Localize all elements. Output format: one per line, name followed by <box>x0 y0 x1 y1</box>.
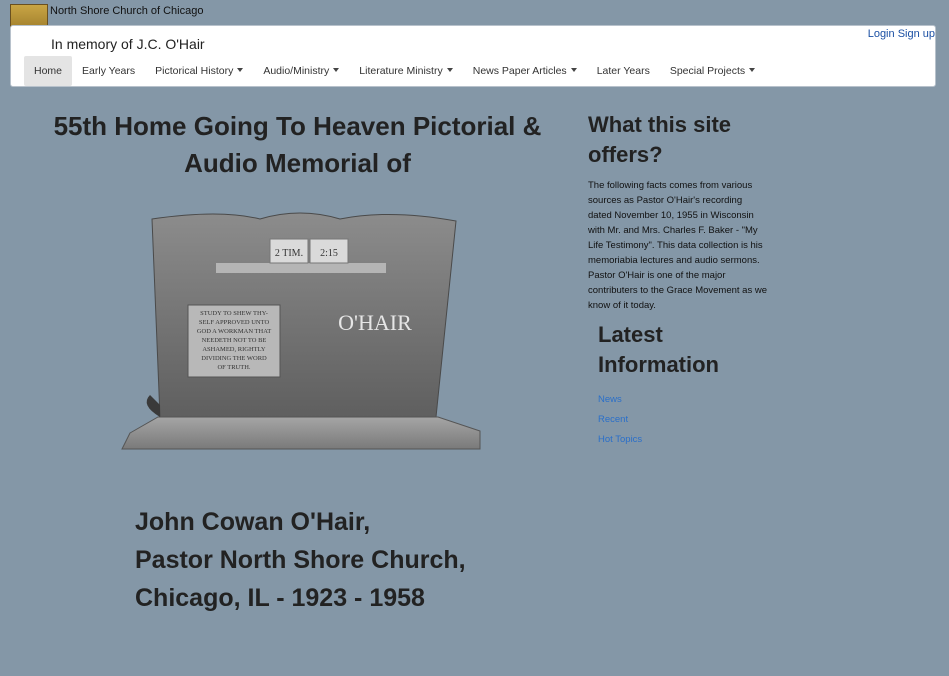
header: In memory of J.C. O'Hair Login Sign up H… <box>10 25 936 87</box>
caret-down-icon <box>333 68 340 72</box>
nav-item-early-years[interactable]: Early Years <box>72 56 145 86</box>
headstone-image: 2 TIM. 2:15 STUDY TO SHEW THY- SELF APPR… <box>121 212 481 450</box>
signup-link[interactable]: Sign up <box>898 28 935 40</box>
latest-links: News Recent Hot Topics <box>598 390 642 450</box>
stone-verse-ref-1: 2 TIM. <box>275 248 303 259</box>
svg-text:OF TRUTH.: OF TRUTH. <box>217 364 250 371</box>
stone-surname: O'HAIR <box>338 310 412 335</box>
offers-title: What this site offers? <box>588 112 732 167</box>
nav-item-special-projects[interactable]: Special Projects <box>660 56 765 86</box>
nav-item-home[interactable]: Home <box>24 56 73 86</box>
header-title[interactable]: In memory of J.C. O'Hair <box>51 36 205 52</box>
svg-text:ASHAMED, RIGHTLY: ASHAMED, RIGHTLY <box>202 346 266 353</box>
login-link[interactable]: Login <box>868 28 895 40</box>
caret-down-icon <box>749 68 756 72</box>
caret-down-icon <box>446 68 453 72</box>
page-title: 55th Home Going To Heaven Pictorial & Au… <box>53 111 542 178</box>
pastor-name: John Cowan O'Hair, Pastor North Shore Ch… <box>135 508 466 612</box>
stone-verse-ref-2: 2:15 <box>320 248 338 259</box>
nav-item-news-paper-articles[interactable]: News Paper Articles <box>463 56 587 86</box>
link-hot-topics[interactable]: Hot Topics <box>598 430 642 450</box>
svg-text:NEEDETH NOT TO BE: NEEDETH NOT TO BE <box>202 337 267 344</box>
top-bar: North Shore Church of Chicago <box>0 0 949 44</box>
nav-item-later-years[interactable]: Later Years <box>587 56 660 86</box>
main-nav: Home Early Years Pictorical History Audi… <box>24 56 765 86</box>
nav-item-audio-ministry[interactable]: Audio/Ministry <box>253 56 349 86</box>
link-recent[interactable]: Recent <box>598 410 642 430</box>
nav-item-literature-ministry[interactable]: Literature Ministry <box>349 56 462 86</box>
link-news[interactable]: News <box>598 390 642 410</box>
svg-text:STUDY TO SHEW THY-: STUDY TO SHEW THY- <box>200 310 268 317</box>
latest-title: Latest Information <box>598 322 719 377</box>
svg-text:GOD A WORKMAN THAT: GOD A WORKMAN THAT <box>197 328 271 335</box>
offers-text: The following facts comes from various s… <box>588 180 767 311</box>
caret-down-icon <box>570 68 577 72</box>
nav-item-pictorical-history[interactable]: Pictorical History <box>145 56 253 86</box>
caret-down-icon <box>237 68 244 72</box>
auth-links: Login Sign up <box>868 28 935 40</box>
svg-text:SELF APPROVED UNTO: SELF APPROVED UNTO <box>199 319 270 326</box>
svg-text:DIVIDING THE WORD: DIVIDING THE WORD <box>201 355 267 362</box>
stone-verse-text: STUDY TO SHEW THY- SELF APPROVED UNTO GO… <box>197 310 271 371</box>
site-name: North Shore Church of Chicago <box>50 5 204 17</box>
